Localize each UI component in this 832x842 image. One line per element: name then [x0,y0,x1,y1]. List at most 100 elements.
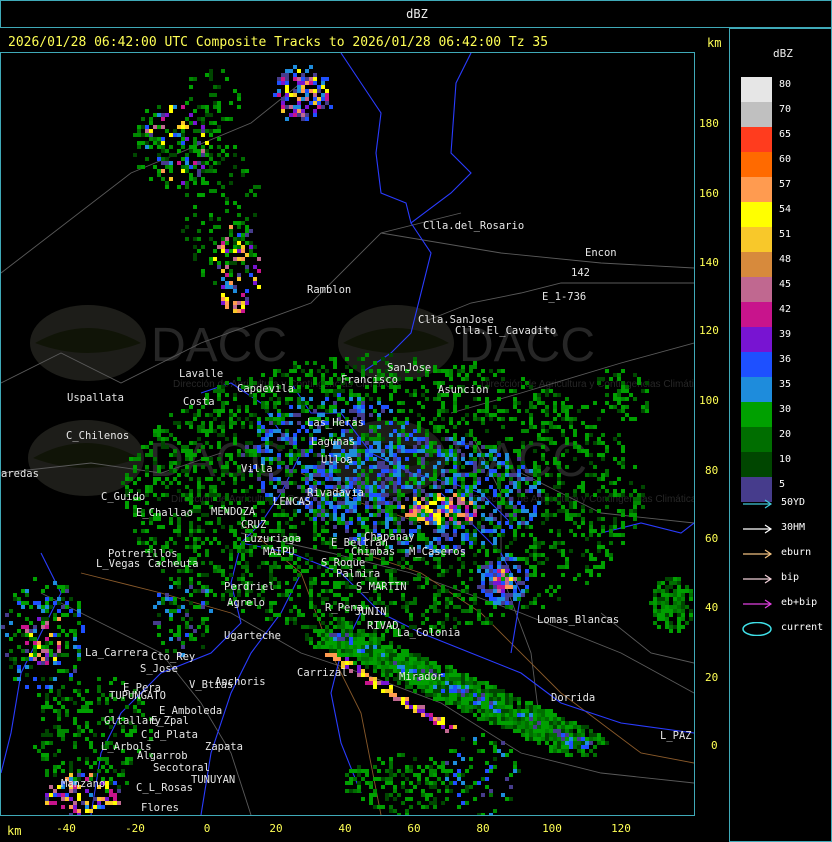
track-legend-label: 50YD [781,497,806,508]
place-label: Chapanay [364,531,415,543]
y-tick-label: 140 [699,256,719,269]
place-label: S_Jose [140,663,178,675]
dbz-swatch [741,177,772,202]
dbz-swatch [741,352,772,377]
dbz-swatch-label: 39 [779,329,792,340]
y-tick-label: 60 [705,532,719,545]
place-label: E_1-736 [542,291,586,303]
place-label: Lavalle [179,368,223,380]
track-legend-label: current [781,622,824,633]
dbz-swatch-label: 42 [779,304,792,315]
title-bar: dBZ [0,0,832,28]
place-label: M_Caseros [409,546,466,558]
dbz-swatch-label: 51 [779,229,792,240]
place-label: La_Colonia [397,627,460,639]
radar-map[interactable]: DACC Dirección de Agricultura y Contingen… [1,53,694,815]
dbz-swatch [741,152,772,177]
composite-tracks-header: 2026/01/28 06:42:00 UTC Composite Tracks… [8,35,549,50]
place-label: Ulloa [321,454,353,466]
dbz-swatch [741,252,772,277]
place-label: L_PAZ [660,730,692,742]
place-label: Clla.del_Rosario [423,220,524,232]
x-tick-label: -20 [125,822,145,835]
dbz-swatch-label: 70 [779,104,792,115]
track-legend-symbol [741,596,775,610]
dbz-swatch-label: 5 [779,479,786,490]
dbz-swatch [741,302,772,327]
place-label: Lomas_Blancas [537,614,619,626]
y-tick-label: 20 [705,671,719,684]
dbz-swatch [741,227,772,252]
y-tick-label: 160 [699,187,719,200]
place-label: Luzuriaga [244,533,301,545]
dbz-swatch-label: 20 [779,429,792,440]
dbz-swatch [741,327,772,352]
place-label: Lagunas [311,436,355,448]
km-unit-top: km [707,36,722,50]
place-label: Rivadavia [307,487,364,499]
track-legend-label: 30HM [781,522,806,533]
place-label: aredas [1,468,39,480]
y-tick-label: 120 [699,324,719,337]
place-label: Capdevila [237,383,294,395]
track-legend-symbol [741,571,775,585]
department-border [1,552,62,774]
place-label: C_d_Plata [141,729,198,741]
department-border [340,53,472,224]
place-label: TUNUYAN [191,774,235,786]
place-label: Villa [241,463,273,475]
place-label: E_Challao [136,507,193,519]
place-label: SanJose [387,362,431,374]
place-label: Perdriel [224,581,275,593]
place-label: RIVAD [367,620,399,632]
dbz-swatch-label: 10 [779,454,792,465]
place-label: L_Vegas [96,558,140,570]
place-label: LENCAS [273,496,311,508]
y-tick-label: 100 [699,394,719,407]
x-tick-label: 40 [338,822,352,835]
x-axis-km: -40 -20 0 20 40 60 80 100 120 [0,816,729,842]
x-tick-label: 80 [476,822,490,835]
place-label: E_Amboleda [159,705,222,717]
place-label: C_Guido [101,491,145,503]
place-label: S_MARTIN [356,581,407,593]
place-label: Cacheuta [148,558,199,570]
dbz-swatch-label: 60 [779,154,792,165]
place-label: Secotoral [153,762,210,774]
place-label: CRUZ [241,519,266,531]
x-tick-label: -40 [56,822,76,835]
place-label: C_L_Rosas [136,782,193,794]
km-unit-bottom: km [7,824,22,838]
place-label: Flores [141,802,179,814]
place-label: 142 [571,267,590,279]
y-tick-label: 80 [705,464,719,477]
dbz-swatch [741,427,772,452]
dbz-swatch-label: 45 [779,279,792,290]
dbz-swatch [741,377,772,402]
dbz-swatch [741,452,772,477]
place-label: Zapata [205,741,243,753]
place-label: TUPUNGATO [109,690,166,702]
y-tick-label: 180 [699,117,719,130]
place-label: Uspallata [67,392,124,404]
dbz-swatch-label: 57 [779,179,792,190]
place-label: Las_Heras [307,417,364,429]
place-label: Ramblon [307,284,351,296]
x-tick-label: 60 [407,822,421,835]
dbz-swatch [741,402,772,427]
watermark-brand: DACC [151,319,287,372]
place-label: Costa [183,396,215,408]
place-label: Encon [585,247,617,259]
x-tick-label: 0 [203,822,211,835]
dbz-swatch-label: 54 [779,204,792,215]
y-tick-label: 0 [711,739,718,752]
place-label: Palmira [336,568,380,580]
dbz-swatch [741,102,772,127]
track-legend-label: eburn [781,547,812,558]
dbz-swatch-label: 36 [779,354,792,365]
dbz-swatch-label: 30 [779,404,792,415]
track-legend-symbol [741,621,775,637]
x-tick-label: 100 [542,822,562,835]
place-label: Asuncion [438,384,489,396]
place-label: MAIPU [263,546,295,558]
